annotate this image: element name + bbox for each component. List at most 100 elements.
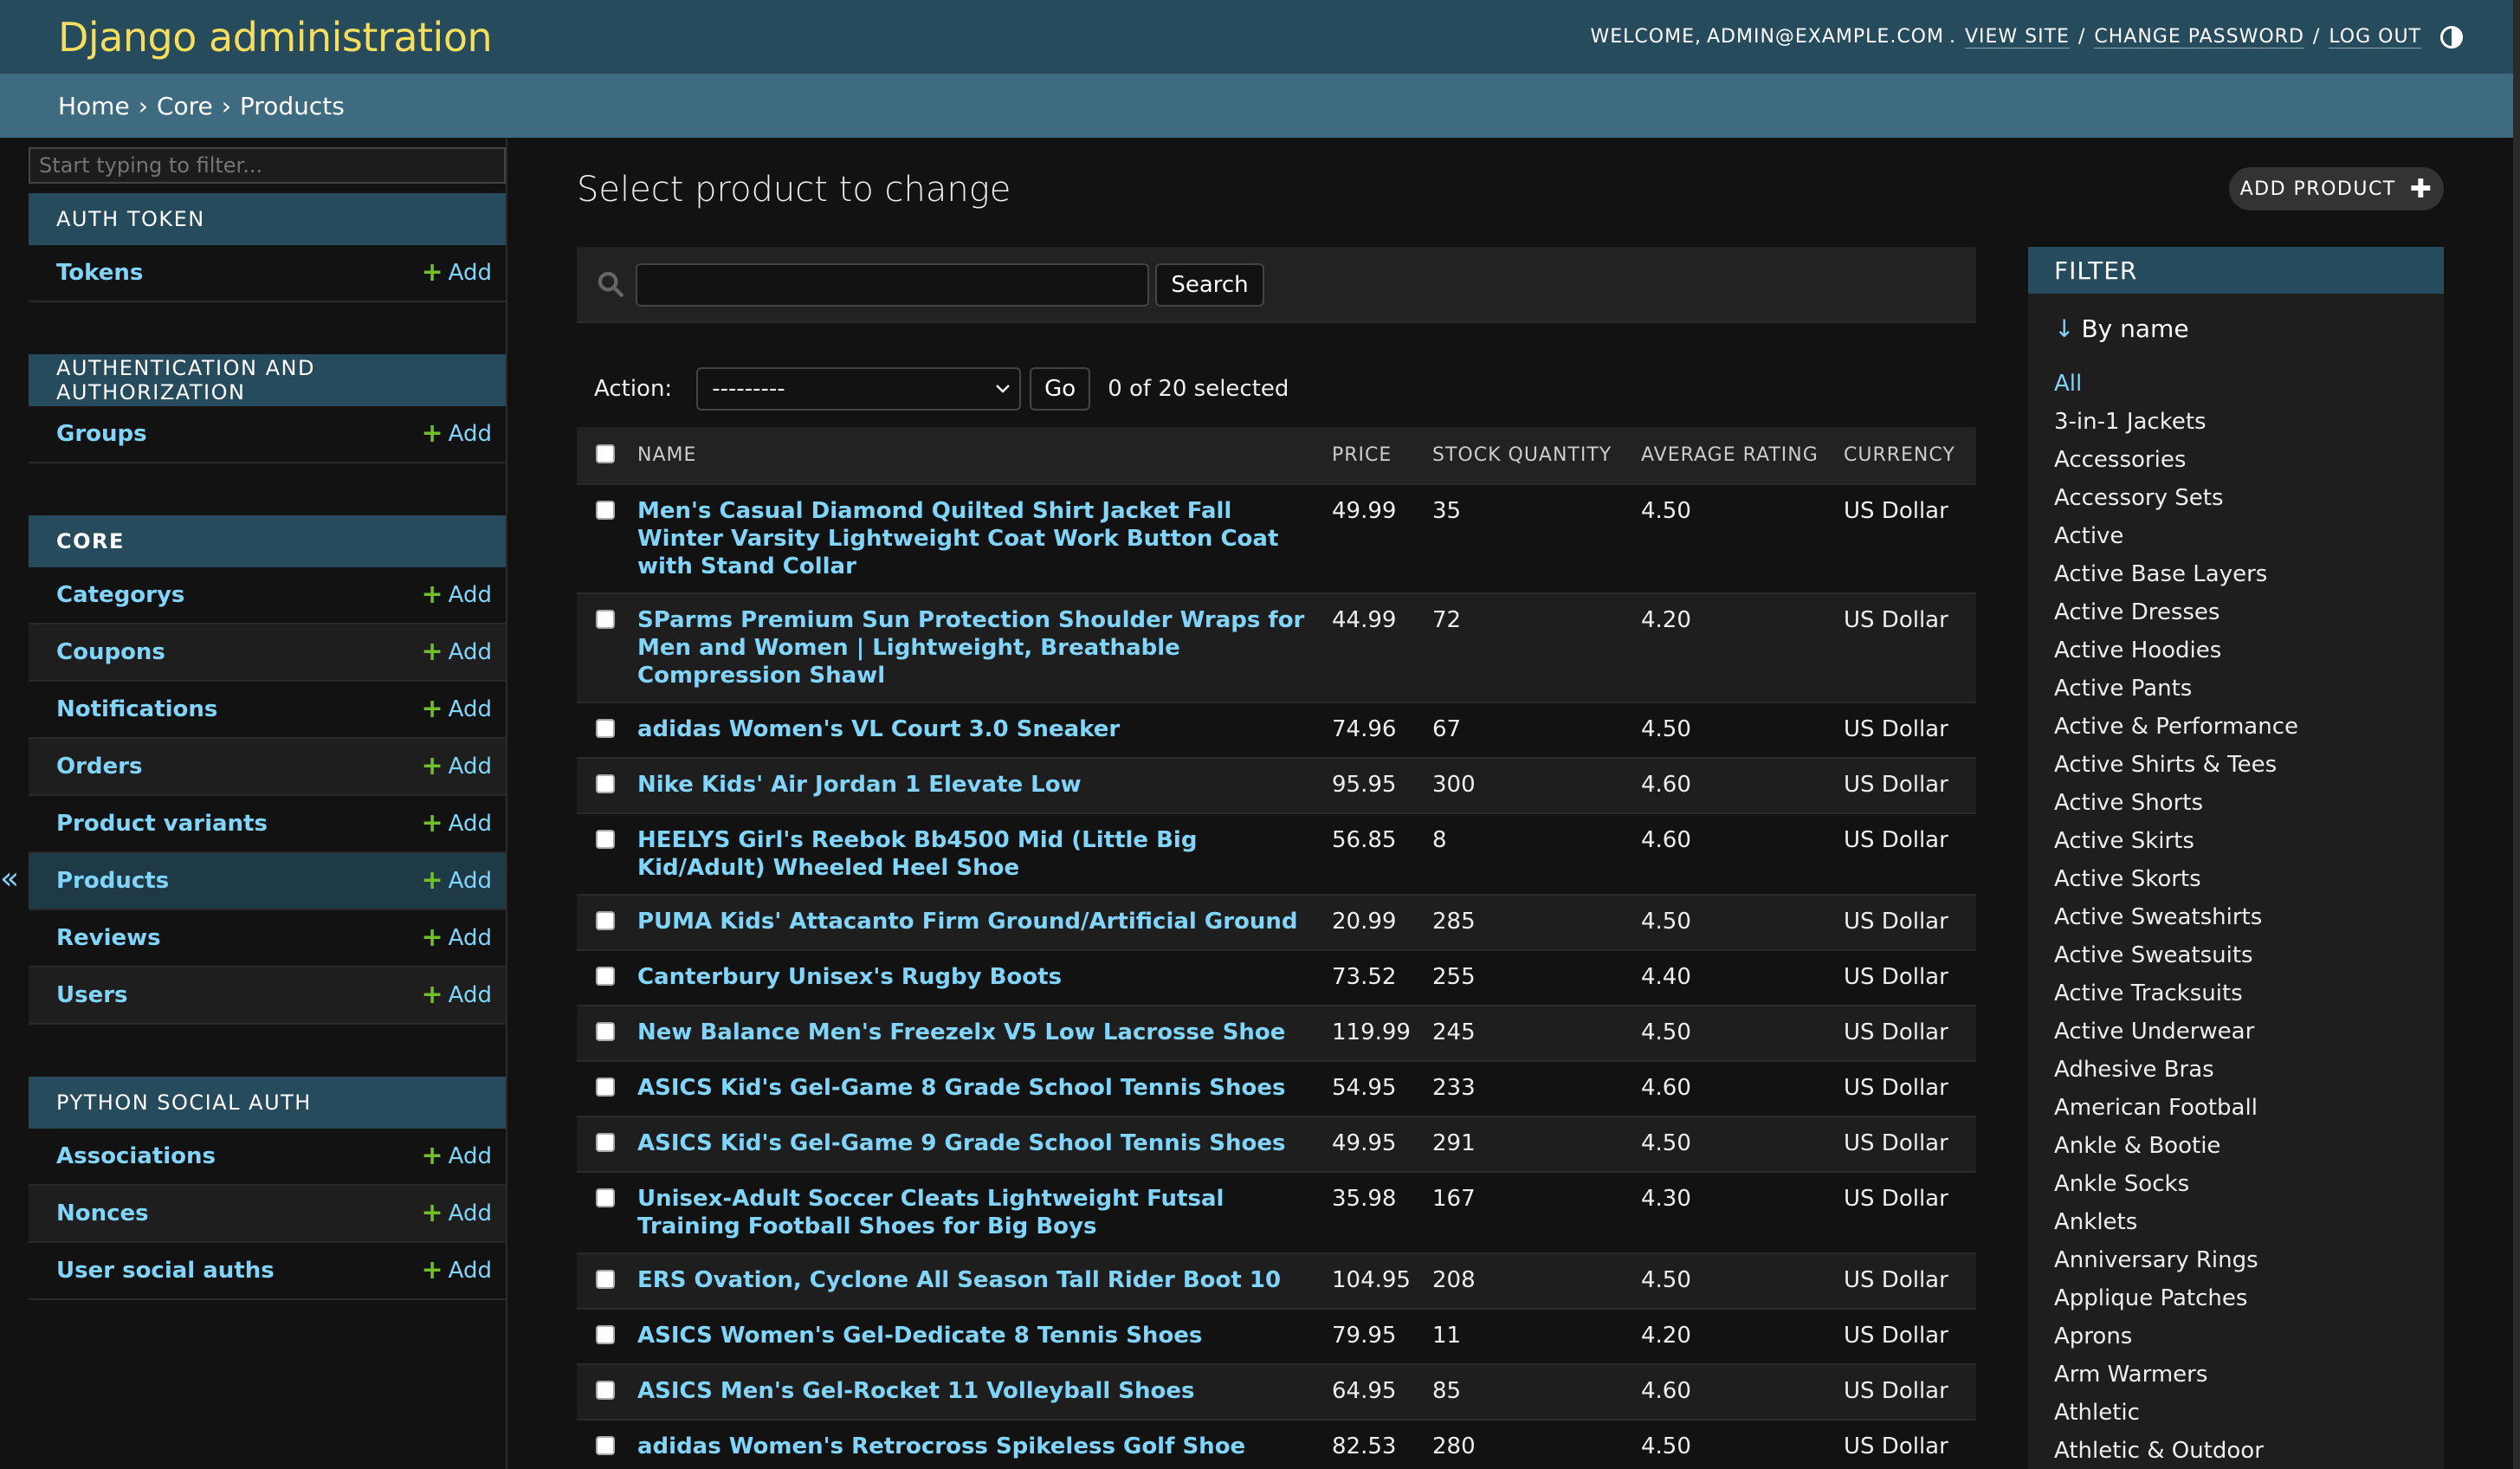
sidebar-item-groups[interactable]: Groups + Add [29, 406, 506, 463]
row-checkbox[interactable] [596, 1133, 615, 1152]
app-caption[interactable]: PYTHON SOCIAL AUTH [29, 1077, 506, 1129]
view-site-link[interactable]: VIEW SITE [1964, 26, 2070, 49]
product-link[interactable]: New Balance Men's Freezelx V5 Low Lacros… [637, 1019, 1285, 1045]
row-checkbox[interactable] [596, 774, 615, 793]
row-checkbox[interactable] [596, 967, 615, 986]
sidebar-item-label[interactable]: User social auths [56, 1258, 275, 1284]
app-caption[interactable]: CORE [29, 515, 506, 567]
product-link[interactable]: SParms Premium Sun Protection Shoulder W… [637, 607, 1304, 689]
sidebar-item-associations[interactable]: Associations + Add [29, 1129, 506, 1186]
sidebar-item-orders[interactable]: Orders + Add [29, 739, 506, 796]
breadcrumb-app[interactable]: Core [157, 92, 213, 120]
add-product-button[interactable]: ADD PRODUCT ✚ [2229, 167, 2444, 210]
action-select[interactable]: --------- [696, 367, 1022, 411]
filter-item[interactable]: Active Underwear [2054, 1013, 2435, 1051]
filter-item[interactable]: Ankle & Bootie [2054, 1127, 2435, 1165]
go-button[interactable]: Go [1030, 367, 1091, 411]
filter-item[interactable]: Applique Patches [2054, 1279, 2435, 1317]
row-checkbox[interactable] [596, 1325, 615, 1344]
filter-item[interactable]: 3-in-1 Jackets [2054, 403, 2435, 441]
product-link[interactable]: ASICS Women's Gel-Dedicate 8 Tennis Shoe… [637, 1323, 1202, 1349]
filter-item[interactable]: American Football [2054, 1089, 2435, 1127]
sidebar-item-products[interactable]: Products + Add [29, 853, 506, 910]
add-notifications-link[interactable]: + Add [422, 696, 492, 723]
add-product-variants-link[interactable]: + Add [422, 811, 492, 838]
sidebar-item-label[interactable]: Tokens [56, 260, 143, 286]
add-reviews-link[interactable]: + Add [422, 925, 492, 952]
filter-item[interactable]: Aprons [2054, 1317, 2435, 1356]
add-user-social-auths-link[interactable]: + Add [422, 1258, 492, 1285]
sidebar-item-categorys[interactable]: Categorys + Add [29, 567, 506, 624]
sidebar-item-label[interactable]: Coupons [56, 639, 165, 665]
filter-item[interactable]: All [2054, 365, 2435, 403]
sidebar-item-label[interactable]: Categorys [56, 582, 184, 608]
product-link[interactable]: ASICS Kid's Gel-Game 8 Grade School Tenn… [637, 1075, 1285, 1101]
column-header-name[interactable]: NAME [630, 427, 1325, 485]
site-branding[interactable]: Django administration [58, 14, 493, 61]
product-link[interactable]: ASICS Men's Gel-Rocket 11 Volleyball Sho… [637, 1378, 1195, 1404]
sidebar-item-reviews[interactable]: Reviews + Add [29, 910, 506, 967]
sidebar-item-users[interactable]: Users + Add [29, 967, 506, 1025]
filter-heading[interactable]: ↓ By name [2054, 314, 2189, 343]
row-checkbox[interactable] [596, 911, 615, 930]
nav-filter-input[interactable] [29, 147, 506, 184]
app-caption[interactable]: AUTHENTICATION AND AUTHORIZATION [29, 354, 506, 406]
column-header-stock[interactable]: STOCK QUANTITY [1425, 427, 1634, 485]
row-checkbox[interactable] [596, 1381, 615, 1400]
product-link[interactable]: Canterbury Unisex's Rugby Boots [637, 964, 1062, 990]
filter-item[interactable]: Active Hoodies [2054, 631, 2435, 670]
product-link[interactable]: PUMA Kids' Attacanto Firm Ground/Artific… [637, 909, 1298, 935]
page-scrollbar[interactable] [2513, 0, 2520, 1469]
filter-item[interactable]: Active & Performance [2054, 708, 2435, 746]
sidebar-item-product-variants[interactable]: Product variants + Add [29, 796, 506, 853]
filter-item[interactable]: Active Skirts [2054, 822, 2435, 860]
app-caption[interactable]: AUTH TOKEN [29, 193, 506, 245]
sidebar-item-tokens[interactable]: Tokens + Add [29, 245, 506, 302]
breadcrumb-home[interactable]: Home [58, 92, 130, 120]
add-tokens-link[interactable]: + Add [422, 260, 492, 287]
change-password-link[interactable]: CHANGE PASSWORD [2094, 26, 2304, 49]
sidebar-item-notifications[interactable]: Notifications + Add [29, 682, 506, 739]
sidebar-item-label[interactable]: Groups [56, 421, 147, 447]
filter-item[interactable]: Active Sweatsuits [2054, 936, 2435, 974]
sidebar-item-label[interactable]: Products [56, 868, 169, 894]
filter-item[interactable]: Athletic & Outdoor [2054, 1432, 2435, 1469]
sidebar-item-coupons[interactable]: Coupons + Add [29, 624, 506, 682]
filter-item[interactable]: Athletic [2054, 1394, 2435, 1432]
filter-item[interactable]: Active Tracksuits [2054, 974, 2435, 1013]
filter-item[interactable]: Active Pants [2054, 670, 2435, 708]
column-header-currency[interactable]: CURRENCY [1837, 427, 1976, 485]
product-link[interactable]: Nike Kids' Air Jordan 1 Elevate Low [637, 772, 1082, 798]
filter-item[interactable]: Active Dresses [2054, 593, 2435, 631]
row-checkbox[interactable] [596, 501, 615, 520]
filter-item[interactable]: Ankle Socks [2054, 1165, 2435, 1203]
sidebar-item-label[interactable]: Orders [56, 754, 142, 780]
sidebar-item-label[interactable]: Users [56, 982, 128, 1008]
filter-item[interactable]: Anklets [2054, 1203, 2435, 1241]
product-link[interactable]: Men's Casual Diamond Quilted Shirt Jacke… [637, 498, 1278, 579]
product-link[interactable]: ERS Ovation, Cyclone All Season Tall Rid… [637, 1267, 1281, 1293]
sidebar-item-label[interactable]: Notifications [56, 696, 217, 722]
add-groups-link[interactable]: + Add [422, 421, 492, 448]
sidebar-item-label[interactable]: Nonces [56, 1200, 149, 1226]
product-link[interactable]: HEELYS Girl's Reebok Bb4500 Mid (Little … [637, 827, 1197, 881]
filter-item[interactable]: Active Skorts [2054, 860, 2435, 898]
sidebar-item-label[interactable]: Associations [56, 1143, 216, 1169]
add-users-link[interactable]: + Add [422, 982, 492, 1009]
filter-item[interactable]: Anniversary Rings [2054, 1241, 2435, 1279]
sidebar-item-label[interactable]: Product variants [56, 811, 268, 837]
add-orders-link[interactable]: + Add [422, 754, 492, 780]
filter-item[interactable]: Active Shorts [2054, 784, 2435, 822]
select-all-checkbox[interactable] [596, 443, 615, 463]
row-checkbox[interactable] [596, 1022, 615, 1041]
filter-item[interactable]: Active Base Layers [2054, 555, 2435, 593]
product-link[interactable]: Unisex-Adult Soccer Cleats Lightweight F… [637, 1186, 1224, 1239]
add-associations-link[interactable]: + Add [422, 1143, 492, 1170]
product-link[interactable]: ASICS Kid's Gel-Game 9 Grade School Tenn… [637, 1130, 1285, 1156]
add-nonces-link[interactable]: + Add [422, 1200, 492, 1227]
filter-item[interactable]: Arm Warmers [2054, 1356, 2435, 1394]
product-link[interactable]: adidas Women's VL Court 3.0 Sneaker [637, 716, 1120, 742]
theme-toggle-icon[interactable] [2440, 25, 2463, 49]
filter-item[interactable]: Accessory Sets [2054, 479, 2435, 517]
column-header-rating[interactable]: AVERAGE RATING [1634, 427, 1837, 485]
